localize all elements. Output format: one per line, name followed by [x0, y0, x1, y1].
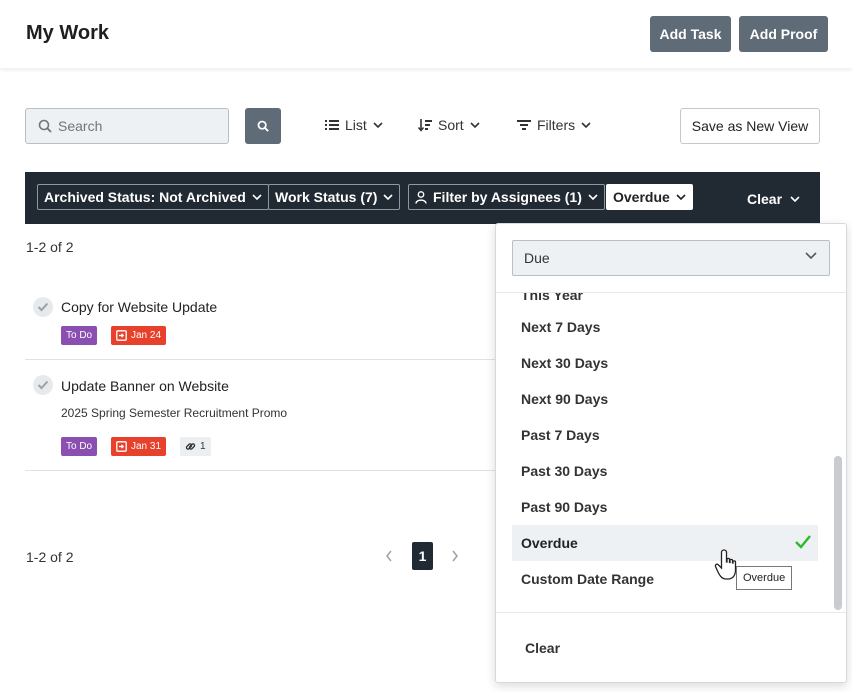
sort-button[interactable]: Sort	[418, 117, 480, 133]
due-date-icon	[116, 441, 127, 452]
clear-label: Clear	[747, 191, 783, 207]
chevron-left-icon	[386, 550, 392, 562]
task-title[interactable]: Update Banner on Website	[61, 378, 229, 394]
chip-label: Overdue	[613, 189, 670, 205]
list-label: List	[345, 117, 367, 133]
chevron-down-icon	[383, 194, 394, 200]
add-task-button[interactable]: Add Task	[650, 16, 731, 52]
chip-label: Archived Status: Not Archived	[44, 189, 246, 205]
status-badge: To Do	[61, 437, 98, 456]
chevron-down-icon	[588, 194, 598, 200]
status-badge: To Do	[61, 326, 98, 345]
option-overdue[interactable]: Overdue	[512, 525, 818, 561]
chip-archived-status[interactable]: Archived Status: Not Archived	[37, 184, 269, 210]
option-past-30-days[interactable]: Past 30 Days	[512, 453, 818, 489]
chevron-down-icon	[805, 252, 817, 260]
chevron-down-icon	[252, 194, 262, 200]
chip-work-status[interactable]: Work Status (7)	[268, 184, 401, 210]
option-next-7-days[interactable]: Next 7 Days	[512, 309, 818, 345]
active-filters-bar: Archived Status: Not Archived Work Statu…	[25, 172, 820, 224]
prev-page-button[interactable]	[385, 542, 393, 570]
dropdown-clear-button[interactable]: Clear	[525, 640, 560, 656]
add-proof-button[interactable]: Add Proof	[739, 16, 828, 52]
due-date-icon	[116, 330, 127, 341]
due-date-badge: Jan 31	[111, 437, 167, 456]
option-next-30-days[interactable]: Next 30 Days	[512, 345, 818, 381]
task-project: 2025 Spring Semester Recruitment Promo	[61, 406, 288, 420]
date-option-list[interactable]: This Year Next 7 Days Next 30 Days Next …	[496, 293, 846, 611]
chevron-right-icon	[452, 550, 458, 562]
option-past-7-days[interactable]: Past 7 Days	[512, 417, 818, 453]
tooltip: Overdue	[736, 566, 793, 590]
date-field-value: Due	[524, 250, 550, 266]
due-date-badge: Jan 24	[111, 326, 167, 345]
next-page-button[interactable]	[451, 542, 459, 570]
links-badge[interactable]: 1	[180, 437, 211, 456]
option-next-90-days[interactable]: Next 90 Days	[512, 381, 818, 417]
date-field-select[interactable]: Due	[512, 240, 830, 276]
filter-icon	[517, 120, 531, 130]
chevron-down-icon	[470, 122, 480, 128]
task-row[interactable]: Update Banner on Website 2025 Spring Sem…	[25, 360, 495, 471]
search-button[interactable]	[245, 108, 281, 144]
chevron-down-icon	[790, 196, 800, 202]
person-icon	[415, 190, 427, 204]
chip-label: Filter by Assignees (1)	[433, 189, 582, 205]
complete-check-icon[interactable]	[33, 375, 53, 395]
links-count: 1	[200, 441, 206, 452]
chevron-down-icon	[676, 194, 686, 200]
list-icon	[325, 120, 339, 130]
checkmark-icon	[795, 535, 811, 549]
search-icon	[38, 119, 52, 133]
link-icon	[185, 443, 196, 450]
dropdown-scrollbar[interactable]	[834, 456, 842, 610]
divider	[496, 612, 846, 613]
search-input[interactable]	[58, 118, 208, 134]
task-title[interactable]: Copy for Website Update	[61, 299, 217, 315]
chip-assignees[interactable]: Filter by Assignees (1)	[408, 184, 605, 210]
page-1-button[interactable]: 1	[412, 542, 433, 570]
chip-label: Work Status (7)	[275, 189, 378, 205]
date-filter-dropdown: Due This Year Next 7 Days Next 30 Days N…	[495, 223, 847, 683]
result-count: 1-2 of 2	[26, 239, 74, 255]
save-as-new-view-button[interactable]: Save as New View	[680, 108, 820, 144]
search-icon	[257, 120, 269, 132]
result-count-bottom: 1-2 of 2	[26, 549, 74, 565]
filters-label: Filters	[537, 117, 576, 133]
task-row[interactable]: Copy for Website Update To Do Jan 24	[25, 284, 495, 360]
option-past-90-days[interactable]: Past 90 Days	[512, 489, 818, 525]
complete-check-icon[interactable]	[33, 297, 53, 317]
page-header: My Work Add Task Add Proof	[0, 0, 852, 68]
sort-label: Sort	[438, 117, 464, 133]
filters-button[interactable]: Filters	[517, 117, 591, 133]
option-label: Overdue	[521, 535, 578, 551]
page-title: My Work	[26, 22, 109, 44]
chip-overdue[interactable]: Overdue	[606, 184, 693, 210]
chevron-down-icon	[581, 122, 591, 128]
search-field[interactable]	[25, 108, 229, 144]
due-date-text: Jan 31	[131, 441, 162, 452]
list-view-button[interactable]: List	[325, 117, 383, 133]
due-date-text: Jan 24	[131, 330, 162, 341]
chevron-down-icon	[373, 122, 383, 128]
clear-filters-button[interactable]: Clear	[747, 191, 800, 207]
sort-icon	[418, 119, 432, 132]
